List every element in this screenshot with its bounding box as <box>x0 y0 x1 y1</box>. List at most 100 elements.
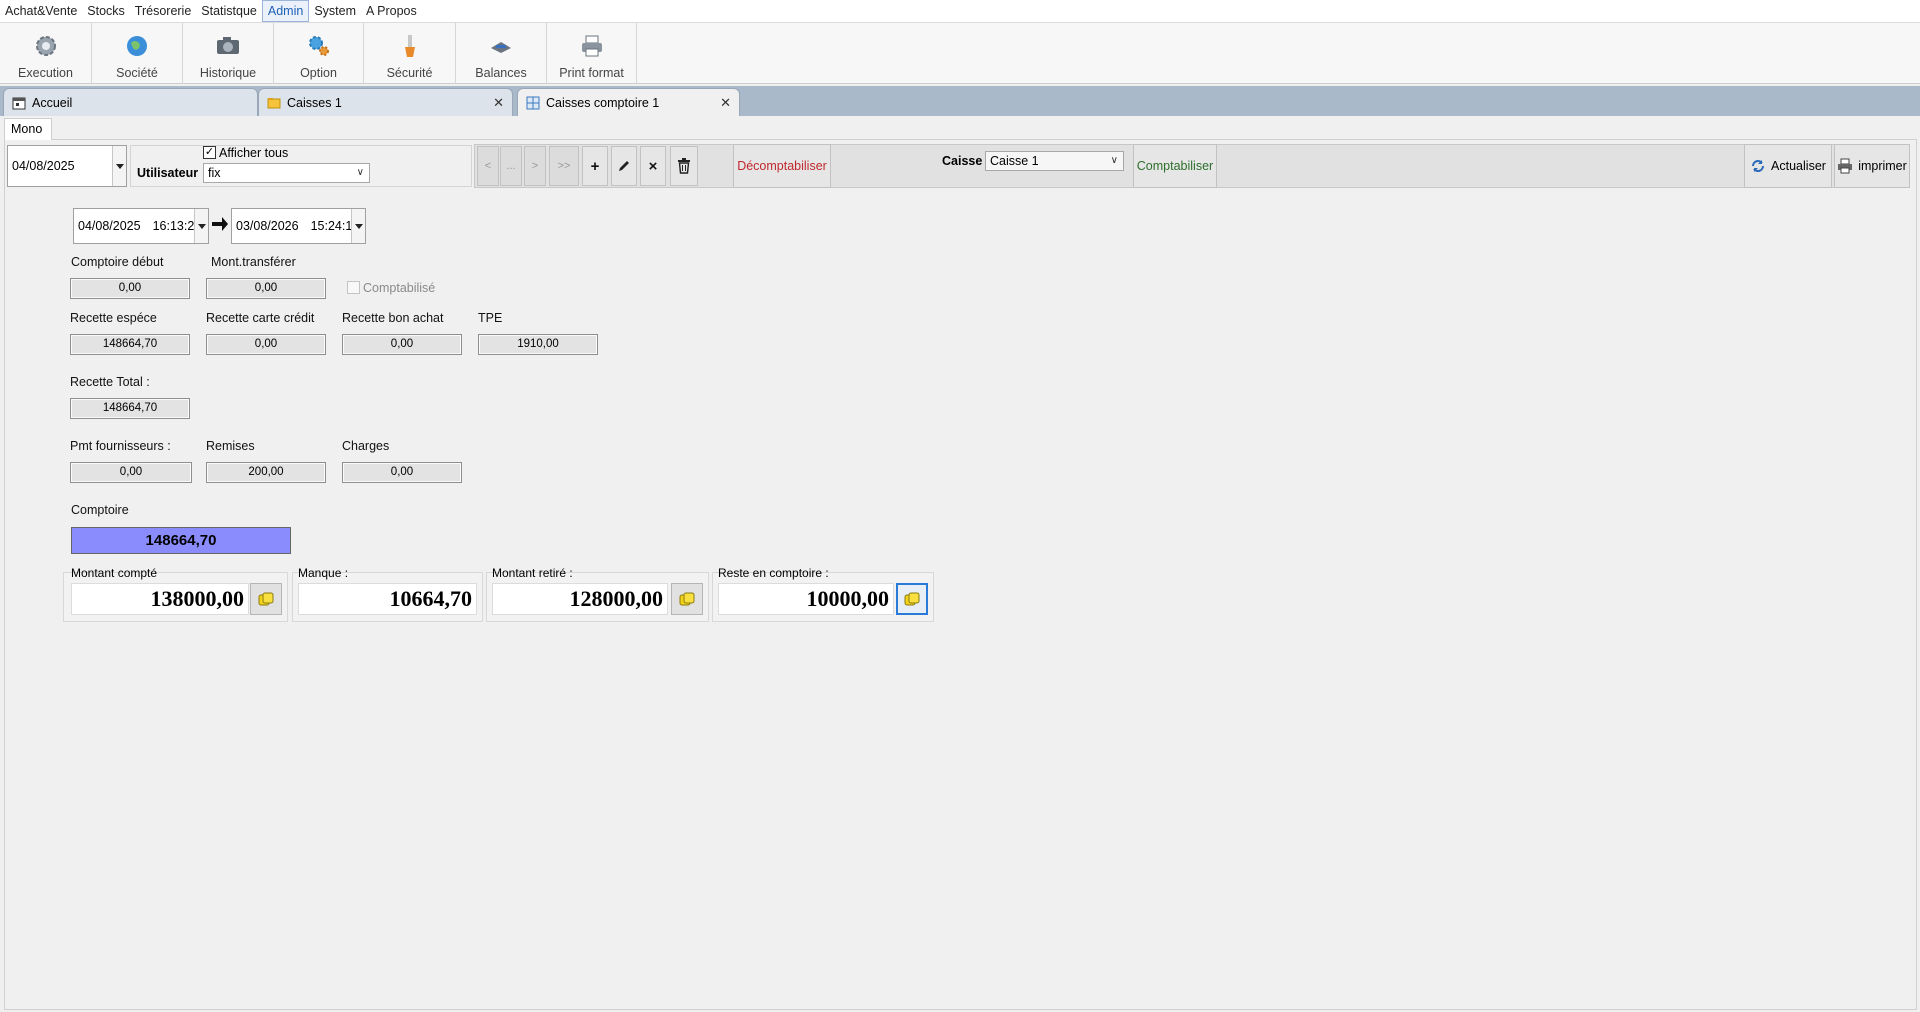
manque-input[interactable]: 10664,70 <box>298 583 477 615</box>
trash-icon <box>678 158 690 174</box>
ribbon-societe-button[interactable]: Société <box>92 23 183 84</box>
mont-transferer-field[interactable]: 0,00 <box>206 278 326 299</box>
recette-carte-field[interactable]: 0,00 <box>206 334 326 355</box>
comptoire-label: Comptoire <box>71 503 129 517</box>
ribbon-print-format-button[interactable]: Print format <box>547 23 637 84</box>
remises-field[interactable]: 200,00 <box>206 462 326 483</box>
menu-bar: Achat&Vente Stocks Trésorerie Statistque… <box>0 0 1920 23</box>
range-start-date: 04/08/2025 <box>78 219 141 233</box>
menu-a-propos[interactable]: A Propos <box>361 0 422 23</box>
ribbon-execution-button[interactable]: Execution <box>0 23 92 84</box>
ribbon-balances-button[interactable]: Balances <box>456 23 547 84</box>
tpe-field[interactable]: 1910,00 <box>478 334 598 355</box>
arrow-right-icon <box>212 217 228 231</box>
caisse-select[interactable]: Caisse 1 ∨ <box>985 151 1124 171</box>
date-picker[interactable]: 04/08/2025 <box>7 145 127 187</box>
caisse-label: Caisse <box>942 154 983 168</box>
close-tab-icon[interactable]: ✕ <box>720 95 731 111</box>
date-value: 04/08/2025 <box>12 159 75 173</box>
recette-total-label: Recette Total : <box>70 375 150 389</box>
menu-tresorerie[interactable]: Trésorerie <box>130 0 197 23</box>
subtab-mono[interactable]: Mono <box>4 118 52 140</box>
chevron-down-icon: ∨ <box>356 167 364 178</box>
add-button[interactable]: + <box>582 146 608 186</box>
close-tab-icon[interactable]: ✕ <box>493 95 504 111</box>
imprimer-button[interactable]: imprimer <box>1834 144 1910 188</box>
camera-icon <box>214 32 242 60</box>
range-end-date: 03/08/2026 <box>236 219 299 233</box>
tab-label: Accueil <box>32 95 73 110</box>
recette-bon-field[interactable]: 0,00 <box>342 334 462 355</box>
afficher-tous-checkbox[interactable]: ✓ <box>203 146 216 159</box>
comptoire-total-field[interactable]: 148664,70 <box>71 527 291 554</box>
charges-label: Charges <box>342 439 390 453</box>
coins-icon <box>258 592 274 606</box>
utilisateur-value: fix <box>208 166 221 180</box>
comptabilise-checkbox[interactable] <box>347 281 360 294</box>
pencil-icon <box>619 161 629 171</box>
reste-comptoire-label: Reste en comptoire : <box>718 566 829 580</box>
comptoire-debut-field[interactable]: 0,00 <box>70 278 190 299</box>
range-end-picker[interactable]: 03/08/2026 15:24:16 <box>231 208 366 244</box>
grid-icon <box>526 96 540 110</box>
menu-statistique[interactable]: Statistque <box>196 0 262 23</box>
brush-icon <box>396 32 424 60</box>
globe-icon <box>123 32 151 60</box>
recette-espece-field[interactable]: 148664,70 <box>70 334 190 355</box>
montant-retire-label: Montant retiré : <box>492 566 573 580</box>
montant-compte-input[interactable]: 138000,00 <box>71 583 249 615</box>
next-record-button[interactable]: > <box>524 146 546 186</box>
ribbon-toolbar: Execution Société Historique Option Sécu… <box>0 23 1920 84</box>
gear-icon <box>32 32 60 60</box>
tab-label: Caisses comptoire 1 <box>546 95 660 110</box>
refresh-icon <box>1752 160 1765 172</box>
delete-button[interactable] <box>670 146 698 186</box>
afficher-tous-label: Afficher tous <box>219 146 289 160</box>
cancel-button[interactable]: × <box>640 146 666 186</box>
reste-comptoire-coins-button[interactable] <box>896 583 928 615</box>
menu-stocks[interactable]: Stocks <box>82 0 130 23</box>
ribbon-label: Option <box>300 66 337 80</box>
utilisateur-label: Utilisateur <box>137 166 199 180</box>
actualiser-button[interactable]: Actualiser <box>1744 144 1832 188</box>
montant-retire-coins-button[interactable] <box>671 583 703 615</box>
first-record-button[interactable]: < <box>477 146 499 186</box>
charges-field[interactable]: 0,00 <box>342 462 462 483</box>
tab-caisses-comptoire-1[interactable]: Caisses comptoire 1 ✕ <box>517 88 740 116</box>
utilisateur-select[interactable]: fix ∨ <box>203 163 370 183</box>
content-area <box>4 139 1917 1010</box>
range-start-picker[interactable]: 04/08/2025 16:13:28 <box>73 208 209 244</box>
comptabiliser-button[interactable]: Comptabiliser <box>1133 144 1217 188</box>
folder-icon <box>267 96 281 110</box>
mont-transferer-label: Mont.transférer <box>211 255 296 269</box>
reste-comptoire-input[interactable]: 10000,00 <box>718 583 894 615</box>
tab-accueil[interactable]: Accueil <box>3 88 258 116</box>
dropdown-arrow-icon[interactable] <box>194 209 208 243</box>
ribbon-securite-button[interactable]: Sécurité <box>364 23 456 84</box>
menu-system[interactable]: System <box>309 0 361 23</box>
prev-records-button[interactable]: ... <box>500 146 522 186</box>
ribbon-label: Print format <box>559 66 624 80</box>
recette-espece-label: Recette espéce <box>70 311 157 325</box>
pmt-fournisseurs-field[interactable]: 0,00 <box>70 462 192 483</box>
montant-retire-input[interactable]: 128000,00 <box>492 583 668 615</box>
remises-label: Remises <box>206 439 255 453</box>
edit-button[interactable] <box>611 146 637 186</box>
decomptabiliser-button[interactable]: Décomptabiliser <box>733 144 831 188</box>
ribbon-option-button[interactable]: Option <box>274 23 364 84</box>
manque-label: Manque : <box>298 566 349 580</box>
dropdown-arrow-icon[interactable] <box>112 146 126 186</box>
scale-icon <box>487 32 515 60</box>
ribbon-label: Sécurité <box>386 66 433 80</box>
montant-compte-coins-button[interactable] <box>250 583 282 615</box>
menu-admin[interactable]: Admin <box>261 0 310 22</box>
ribbon-historique-button[interactable]: Historique <box>183 23 274 84</box>
recette-carte-label: Recette carte crédit <box>206 311 315 325</box>
tab-caisses-1[interactable]: Caisses 1 ✕ <box>258 88 513 116</box>
dropdown-arrow-icon[interactable] <box>351 209 365 243</box>
menu-achat-vente[interactable]: Achat&Vente <box>0 0 82 23</box>
comptabilise-label: Comptabilisé <box>363 281 436 295</box>
recette-total-field[interactable]: 148664,70 <box>70 398 190 419</box>
recette-bon-label: Recette bon achat <box>342 311 444 325</box>
last-record-button[interactable]: >> <box>549 146 579 186</box>
